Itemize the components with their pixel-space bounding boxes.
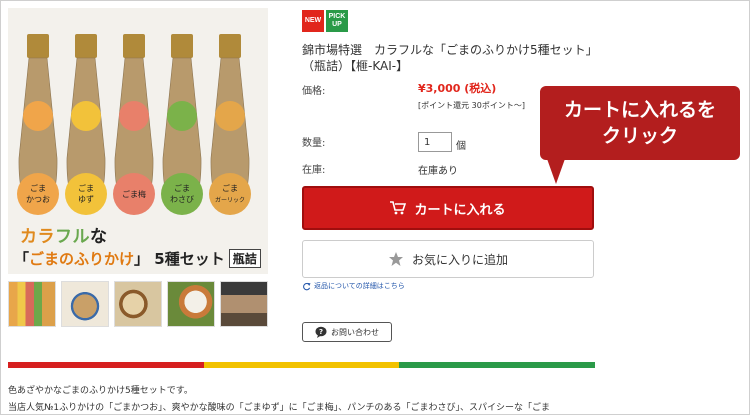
thumbnail-3[interactable] [114,281,162,327]
divider-green [399,362,596,368]
return-policy-label: 返品についての詳細はこちら [314,282,405,290]
product-title: 錦市場特選 カラフルな「ごまのふりかけ5種セット」（瓶詰）【榧-KAI-】 [302,43,598,73]
thumbnail-4[interactable] [167,281,215,327]
callout-line2: クリック [601,125,678,147]
bottle-label: ごま [222,183,238,193]
product-main-image[interactable]: ごま かつお ごま ゆず ごま梅 ごま わさび ごま ガーリック カラフルな 「ごまのふりかけ」… [8,8,268,274]
cart-icon [390,201,407,215]
instruction-callout: カートに入れるを クリック [540,86,740,160]
thumbnail-1[interactable] [8,281,56,327]
add-to-cart-button[interactable]: カートに入れる [302,186,594,230]
quantity-label: 数量: [302,138,326,149]
banner-title: カラフルな [20,227,108,247]
quantity-input[interactable] [418,132,452,152]
add-to-favorites-button[interactable]: お気に入りに追加 [302,240,594,278]
callout-line1: カートに入れるを [563,99,716,121]
new-badge: NEW [302,10,324,32]
description-line1: 色あざやかなごまのふりかけ5種セットです。 [8,386,193,396]
thumbnail-strip [8,281,270,327]
bottle-label: ごま [30,183,46,193]
add-to-cart-label: カートに入れる [414,202,506,218]
bottle-label: ごま [174,183,190,193]
bottles-illustration: ごまかつおごまゆずごま梅ごまわさびごまガーリック [8,8,268,218]
stock-value: 在庫あり [418,166,458,177]
inquiry-label: お問い合わせ [331,327,379,337]
bottle-label: かつお [26,195,50,204]
callout-pointer [546,156,566,184]
inquiry-icon: ? [315,326,327,338]
points-info: [ポイント還元 30ポイント〜] [418,101,525,110]
inquiry-button[interactable]: ? お問い合わせ [302,322,392,342]
banner-subtitle: 「ごまのふりかけ」 5種セット 瓶詰 [14,248,261,269]
thumbnail-5[interactable] [220,281,268,327]
pickup-badge: PICK UP [326,10,348,32]
tricolor-divider [8,362,596,368]
add-to-favorites-label: お気に入りに追加 [411,252,508,267]
svg-text:?: ? [319,328,323,336]
stock-label: 在庫: [302,165,326,176]
return-policy-link[interactable]: 返品についての詳細はこちら [302,281,405,291]
bottle-label: ガーリック [215,196,245,204]
divider-yellow [203,362,400,368]
return-icon [303,282,311,290]
price-value: ¥3,000 (税込) [418,82,497,95]
bottle-label: ゆず [78,194,94,204]
bottle-label: ごま [78,183,94,193]
quantity-unit: 個 [456,141,466,152]
star-icon [388,252,403,266]
banner-tag: 瓶詰 [228,249,261,268]
description-line2: 当店人気№1ふりかけの「ごまかつお」、爽やかな酸味の「ごまゆず」に「ごま梅」、パ… [8,403,551,413]
bottle-label: わさび [170,195,194,204]
divider-red [8,362,204,368]
thumbnail-2[interactable] [61,281,109,327]
price-label: 価格: [302,86,326,97]
bottle-label: ごま梅 [122,189,146,199]
